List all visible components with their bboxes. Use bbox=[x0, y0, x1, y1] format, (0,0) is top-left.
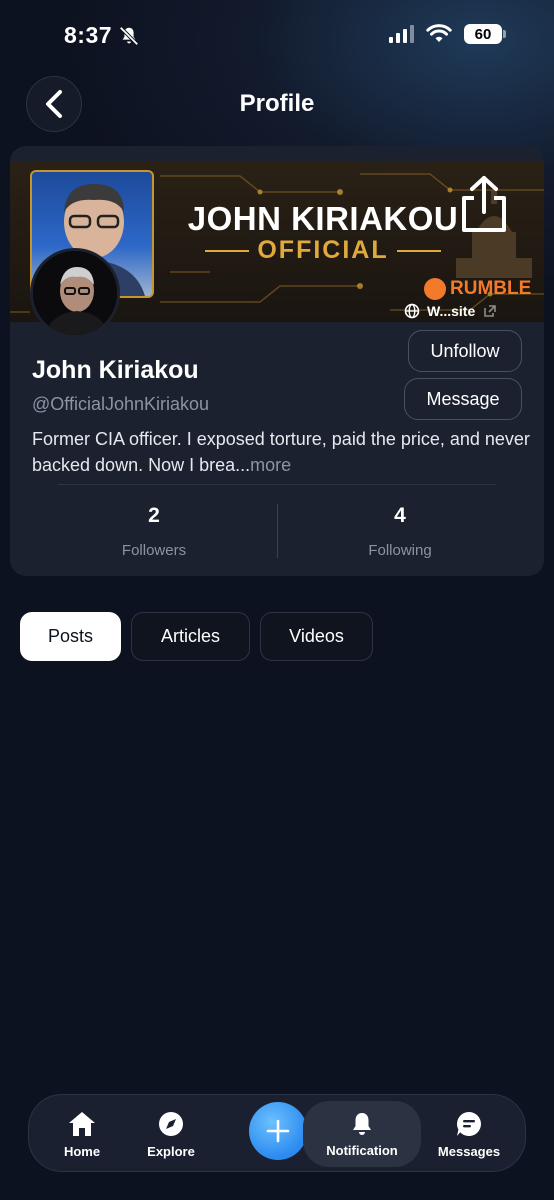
profile-card: JOHN KIRIAKOU OFFICIAL RUMBLE W...site U… bbox=[10, 146, 544, 576]
banner-title: JOHN KIRIAKOU bbox=[187, 200, 459, 237]
nav-explore-label: Explore bbox=[147, 1143, 195, 1159]
tab-videos[interactable]: Videos bbox=[260, 612, 373, 661]
profile-name: John Kiriakou bbox=[32, 356, 199, 384]
share-icon[interactable] bbox=[456, 174, 512, 234]
more-link[interactable]: more bbox=[250, 455, 291, 475]
nav-home-label: Home bbox=[63, 1143, 101, 1159]
following-count: 4 bbox=[394, 504, 406, 527]
rumble-label: RUMBLE bbox=[450, 278, 532, 299]
cellular-signal-icon bbox=[389, 25, 414, 43]
external-link-icon bbox=[484, 305, 497, 317]
home-icon bbox=[69, 1111, 95, 1136]
status-bar: 8:37 60 bbox=[0, 0, 554, 70]
chat-icon bbox=[457, 1111, 481, 1136]
followers-count: 2 bbox=[148, 504, 160, 527]
page-title: Profile bbox=[239, 90, 315, 117]
tab-posts[interactable]: Posts bbox=[20, 612, 121, 661]
globe-icon bbox=[404, 303, 420, 319]
plus-icon bbox=[266, 1119, 290, 1143]
avatar[interactable] bbox=[30, 248, 120, 338]
website-link[interactable]: W...site bbox=[404, 303, 498, 319]
banner-subtitle: OFFICIAL bbox=[178, 236, 468, 265]
battery-level: 60 bbox=[464, 24, 502, 44]
header: Profile bbox=[0, 76, 554, 134]
stats-separator bbox=[277, 504, 278, 558]
add-post-button[interactable] bbox=[249, 1102, 307, 1160]
nav-notification-label: Notification bbox=[326, 1142, 398, 1158]
message-button[interactable]: Message bbox=[404, 378, 522, 420]
nav-explore[interactable]: Explore bbox=[133, 1095, 209, 1173]
nav-messages-label: Messages bbox=[437, 1143, 501, 1159]
followers-label: Followers bbox=[121, 542, 187, 559]
compass-icon bbox=[159, 1111, 183, 1136]
nav-messages[interactable]: Messages bbox=[429, 1095, 509, 1173]
bell-slash-icon bbox=[119, 25, 139, 46]
clock-text: 8:37 bbox=[64, 22, 113, 48]
tab-articles[interactable]: Articles bbox=[131, 612, 250, 661]
stats-divider bbox=[58, 484, 496, 485]
content-tabs: Posts Articles Videos bbox=[20, 612, 373, 661]
bottom-nav: Home Explore Notification Messages bbox=[28, 1094, 526, 1172]
rumble-badge: RUMBLE bbox=[424, 278, 531, 300]
status-time: 8:37 bbox=[64, 22, 140, 49]
followers-stat[interactable]: 2 Followers bbox=[34, 504, 274, 559]
battery-indicator: 60 bbox=[464, 24, 506, 44]
unfollow-button[interactable]: Unfollow bbox=[408, 330, 522, 372]
bell-icon bbox=[353, 1112, 371, 1135]
website-label: W...site bbox=[427, 303, 476, 319]
nav-notification[interactable]: Notification bbox=[303, 1101, 421, 1167]
profile-handle: @OfficialJohnKiriakou bbox=[32, 394, 210, 414]
wifi-icon bbox=[426, 24, 452, 42]
following-stat[interactable]: 4 Following bbox=[280, 504, 520, 559]
following-label: Following bbox=[368, 542, 432, 559]
rumble-logo-icon bbox=[424, 278, 446, 300]
nav-home[interactable]: Home bbox=[49, 1095, 115, 1173]
profile-bio: Former CIA officer. I exposed torture, p… bbox=[32, 426, 532, 478]
